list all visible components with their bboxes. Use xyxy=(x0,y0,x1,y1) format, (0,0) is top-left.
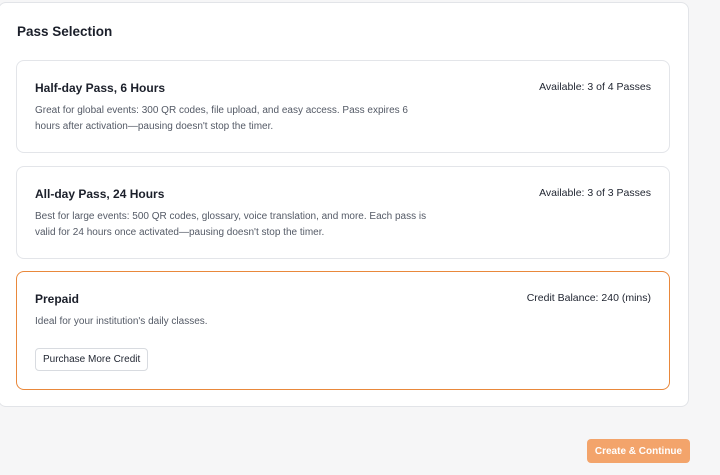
pass-title: Prepaid xyxy=(35,292,80,306)
pass-selection-panel: Pass Selection Half-day Pass, 6 Hours Av… xyxy=(0,2,689,407)
pass-description: Great for global events: 300 QR codes, f… xyxy=(35,105,408,132)
pass-description: Ideal for your institution's daily class… xyxy=(35,316,208,327)
create-continue-button[interactable]: Create & Continue xyxy=(587,439,690,463)
section-title: Pass Selection xyxy=(17,24,113,39)
purchase-more-credit-button[interactable]: Purchase More Credit xyxy=(35,348,149,371)
pass-title: Half-day Pass, 6 Hours xyxy=(35,81,166,95)
pass-card-prepaid[interactable]: Prepaid Credit Balance: 240 (mins) Ideal… xyxy=(16,271,670,390)
pass-card-half-day[interactable]: Half-day Pass, 6 Hours Available: 3 of 4… xyxy=(16,60,670,153)
pass-card-all-day[interactable]: All-day Pass, 24 Hours Available: 3 of 3… xyxy=(16,166,670,259)
pass-availability: Available: 3 of 3 Passes xyxy=(539,187,651,199)
pass-title: All-day Pass, 24 Hours xyxy=(35,187,165,201)
pass-availability: Available: 3 of 4 Passes xyxy=(539,81,651,93)
credit-balance: Credit Balance: 240 (mins) xyxy=(526,292,651,304)
pass-description: Best for large events: 500 QR codes, glo… xyxy=(35,211,427,238)
